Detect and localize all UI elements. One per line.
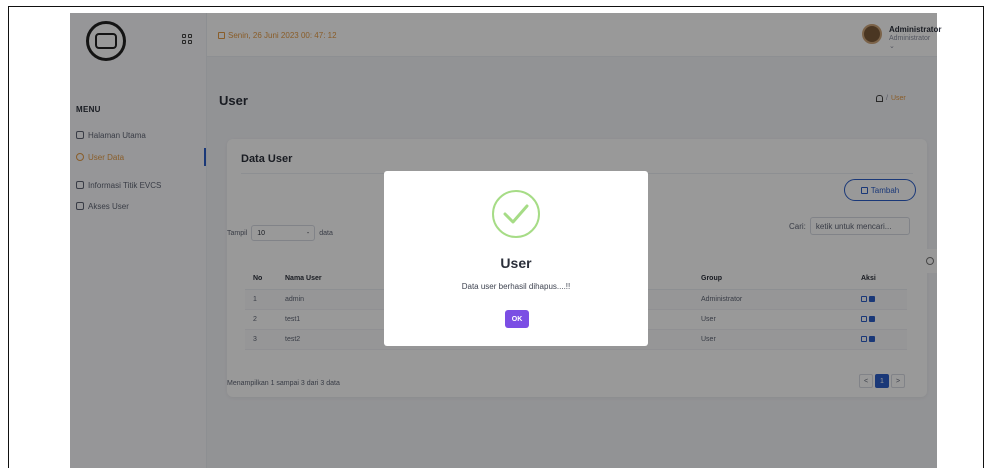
screenshot-frame: MENU Halaman Utama User Data Informasi T… (8, 6, 984, 468)
dialog-message: Data user berhasil dihapus....!! (461, 282, 571, 291)
ok-button[interactable]: OK (505, 310, 529, 328)
success-check-icon (492, 190, 540, 238)
dialog-title: User (500, 255, 532, 271)
app: MENU Halaman Utama User Data Informasi T… (70, 13, 941, 468)
success-dialog: User Data user berhasil dihapus....!! OK (384, 171, 648, 346)
checkmark-icon (503, 204, 529, 224)
